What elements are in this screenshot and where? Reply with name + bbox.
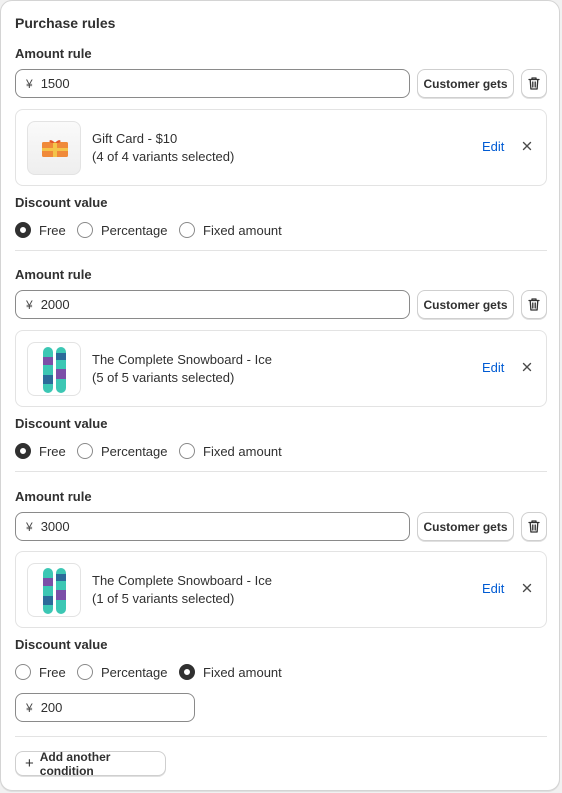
- product-name: The Complete Snowboard - Ice: [92, 352, 272, 367]
- radio-option-fixed-amount[interactable]: Fixed amount: [179, 443, 282, 459]
- radio-button[interactable]: [179, 443, 195, 459]
- divider: [15, 736, 547, 737]
- close-icon: [522, 583, 532, 593]
- discount-value-label: Discount value: [15, 195, 108, 210]
- divider: [15, 471, 547, 472]
- amount-rule-input[interactable]: ¥ 1500: [15, 69, 410, 98]
- edit-link[interactable]: Edit: [482, 360, 504, 375]
- purchase-rules-card: Purchase rules Amount rule ¥ 1500 Custom…: [0, 0, 560, 791]
- fixed-amount-input[interactable]: ¥ 200: [15, 693, 195, 722]
- radio-option-percentage[interactable]: Percentage: [77, 443, 168, 459]
- edit-link[interactable]: Edit: [482, 581, 504, 596]
- radio-option-fixed-amount[interactable]: Fixed amount: [179, 664, 282, 680]
- plus-icon: +: [25, 755, 34, 772]
- customer-gets-button[interactable]: Customer gets: [417, 69, 514, 98]
- radio-button[interactable]: [179, 664, 195, 680]
- currency-symbol: ¥: [26, 519, 33, 534]
- delete-rule-button[interactable]: [521, 69, 547, 98]
- amount-value: 3000: [40, 519, 70, 534]
- amount-rule-input[interactable]: ¥ 2000: [15, 290, 410, 319]
- discount-radio-group: Free Percentage Fixed amount: [15, 664, 315, 682]
- radio-button[interactable]: [77, 664, 93, 680]
- customer-gets-button[interactable]: Customer gets: [417, 290, 514, 319]
- fixed-amount-value: 200: [40, 700, 63, 715]
- delete-rule-button[interactable]: [521, 512, 547, 541]
- variant-count: (1 of 5 variants selected): [92, 591, 235, 606]
- currency-symbol: ¥: [26, 700, 33, 715]
- trash-icon: [528, 77, 540, 90]
- radio-option-fixed-amount[interactable]: Fixed amount: [179, 222, 282, 238]
- product-name: Gift Card - $10: [92, 131, 178, 146]
- radio-option-percentage[interactable]: Percentage: [77, 664, 168, 680]
- product-item: The Complete Snowboard - Ice (1 of 5 var…: [15, 551, 547, 628]
- radio-label: Fixed amount: [203, 222, 282, 238]
- edit-link[interactable]: Edit: [482, 139, 504, 154]
- remove-product-button[interactable]: [520, 360, 534, 374]
- remove-product-button[interactable]: [520, 581, 534, 595]
- radio-option-percentage[interactable]: Percentage: [77, 222, 168, 238]
- divider: [15, 250, 547, 251]
- snowboard-icon: [27, 563, 81, 617]
- radio-button[interactable]: [15, 443, 31, 459]
- discount-value-label: Discount value: [15, 637, 108, 652]
- radio-button[interactable]: [15, 222, 31, 238]
- radio-label: Fixed amount: [203, 443, 282, 459]
- delete-rule-button[interactable]: [521, 290, 547, 319]
- discount-value-label: Discount value: [15, 416, 108, 431]
- discount-radio-group: Free Percentage Fixed amount: [15, 443, 315, 461]
- product-name: The Complete Snowboard - Ice: [92, 573, 272, 588]
- add-condition-label: Add another condition: [39, 749, 111, 778]
- amount-rule-label: Amount rule: [15, 46, 92, 61]
- amount-rule-input[interactable]: ¥ 3000: [15, 512, 410, 541]
- radio-label: Free: [39, 443, 66, 459]
- trash-icon: [528, 298, 540, 311]
- add-condition-button[interactable]: + Add another condition: [15, 749, 166, 778]
- radio-button[interactable]: [179, 222, 195, 238]
- radio-label: Free: [39, 664, 66, 680]
- currency-symbol: ¥: [26, 76, 33, 91]
- amount-value: 1500: [40, 76, 70, 91]
- radio-button[interactable]: [77, 443, 93, 459]
- amount-rule-label: Amount rule: [15, 489, 92, 504]
- radio-option-free[interactable]: Free: [15, 664, 66, 680]
- radio-label: Percentage: [101, 443, 168, 459]
- close-icon: [522, 141, 532, 151]
- remove-product-button[interactable]: [520, 139, 534, 153]
- product-item: The Complete Snowboard - Ice (5 of 5 var…: [15, 330, 547, 407]
- variant-count: (4 of 4 variants selected): [92, 149, 235, 164]
- radio-option-free[interactable]: Free: [15, 222, 66, 238]
- radio-button[interactable]: [15, 664, 31, 680]
- amount-value: 2000: [40, 297, 70, 312]
- snowboard-icon: [27, 342, 81, 396]
- section-title: Purchase rules: [15, 15, 116, 31]
- amount-rule-label: Amount rule: [15, 267, 92, 282]
- gift-card-icon: [27, 121, 81, 175]
- radio-button[interactable]: [77, 222, 93, 238]
- radio-label: Percentage: [101, 222, 168, 238]
- currency-symbol: ¥: [26, 297, 33, 312]
- variant-count: (5 of 5 variants selected): [92, 370, 235, 385]
- close-icon: [522, 362, 532, 372]
- discount-radio-group: Free Percentage Fixed amount: [15, 222, 315, 240]
- radio-option-free[interactable]: Free: [15, 443, 66, 459]
- radio-label: Fixed amount: [203, 664, 282, 680]
- radio-label: Free: [39, 222, 66, 238]
- trash-icon: [528, 520, 540, 533]
- radio-label: Percentage: [101, 664, 168, 680]
- product-item: Gift Card - $10 (4 of 4 variants selecte…: [15, 109, 547, 186]
- customer-gets-button[interactable]: Customer gets: [417, 512, 514, 541]
